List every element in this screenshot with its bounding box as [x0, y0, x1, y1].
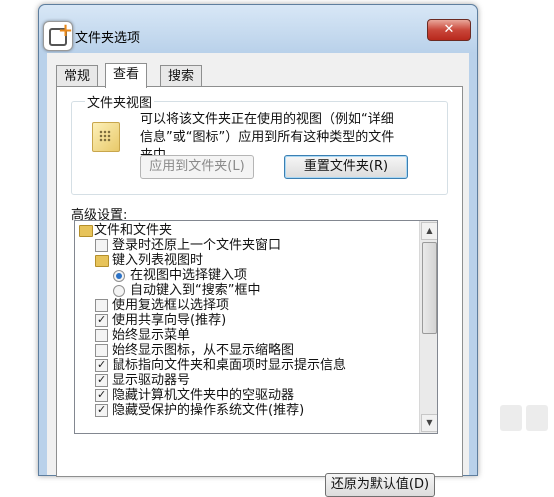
restore-defaults-button[interactable]: 还原为默认值(D): [325, 473, 435, 497]
watermark-block: [500, 405, 522, 431]
reset-folders-button[interactable]: 重置文件夹(R): [284, 155, 408, 179]
view-tab-panel: 文件夹视图 可以将该文件夹正在使用的视图（例如“详细信息”或“图标”）应用到所有…: [56, 86, 463, 497]
checkbox[interactable]: [95, 329, 108, 342]
scrollbar-thumb[interactable]: [422, 242, 437, 334]
scroll-down-arrow-icon[interactable]: ▼: [421, 414, 437, 432]
apply-to-folders-button[interactable]: 应用到文件夹(L): [140, 155, 254, 179]
radio-button[interactable]: [113, 270, 125, 282]
folder-view-icon: [92, 122, 120, 152]
checkbox[interactable]: [95, 344, 108, 357]
checkbox[interactable]: [95, 372, 108, 387]
tab-search[interactable]: 搜索: [160, 65, 203, 87]
close-button[interactable]: ✕: [427, 19, 471, 41]
vertical-scrollbar[interactable]: ▲ ▼: [419, 221, 437, 433]
advanced-settings-list[interactable]: 文件和文件夹 登录时还原上一个文件夹窗口 键入列表视图时 在视图中选择键入项 自…: [74, 220, 438, 434]
folder-icon: [95, 255, 109, 267]
window-title: 文件夹选项: [75, 31, 141, 46]
checkbox[interactable]: [95, 357, 108, 372]
tab-view[interactable]: 查看: [105, 63, 148, 88]
checkbox[interactable]: [95, 402, 108, 417]
folder-views-title: 文件夹视图: [85, 92, 155, 111]
checkbox[interactable]: [95, 312, 108, 327]
tab-general[interactable]: 常规: [56, 65, 99, 87]
radio-button[interactable]: [113, 285, 125, 297]
checkbox[interactable]: [95, 239, 108, 252]
watermark-block: [526, 405, 548, 431]
checkbox[interactable]: [95, 299, 108, 312]
folder-options-dialog: + 文件夹选项 ✕ 常规 查看 搜索 文件夹视图 可以将该文件夹正在使用的视图（…: [38, 4, 478, 497]
dialog-client: 常规 查看 搜索 文件夹视图 可以将该文件夹正在使用的视图（例如“详细信息”或“…: [47, 53, 469, 497]
checkbox[interactable]: [95, 387, 108, 402]
title-bar[interactable]: + 文件夹选项 ✕: [39, 5, 477, 53]
scroll-up-arrow-icon[interactable]: ▲: [421, 222, 437, 240]
app-icon: +: [43, 21, 73, 51]
folder-views-group: 可以将该文件夹正在使用的视图（例如“详细信息”或“图标”）应用到所有这种类型的文…: [71, 101, 448, 195]
folder-icon: [79, 225, 93, 237]
